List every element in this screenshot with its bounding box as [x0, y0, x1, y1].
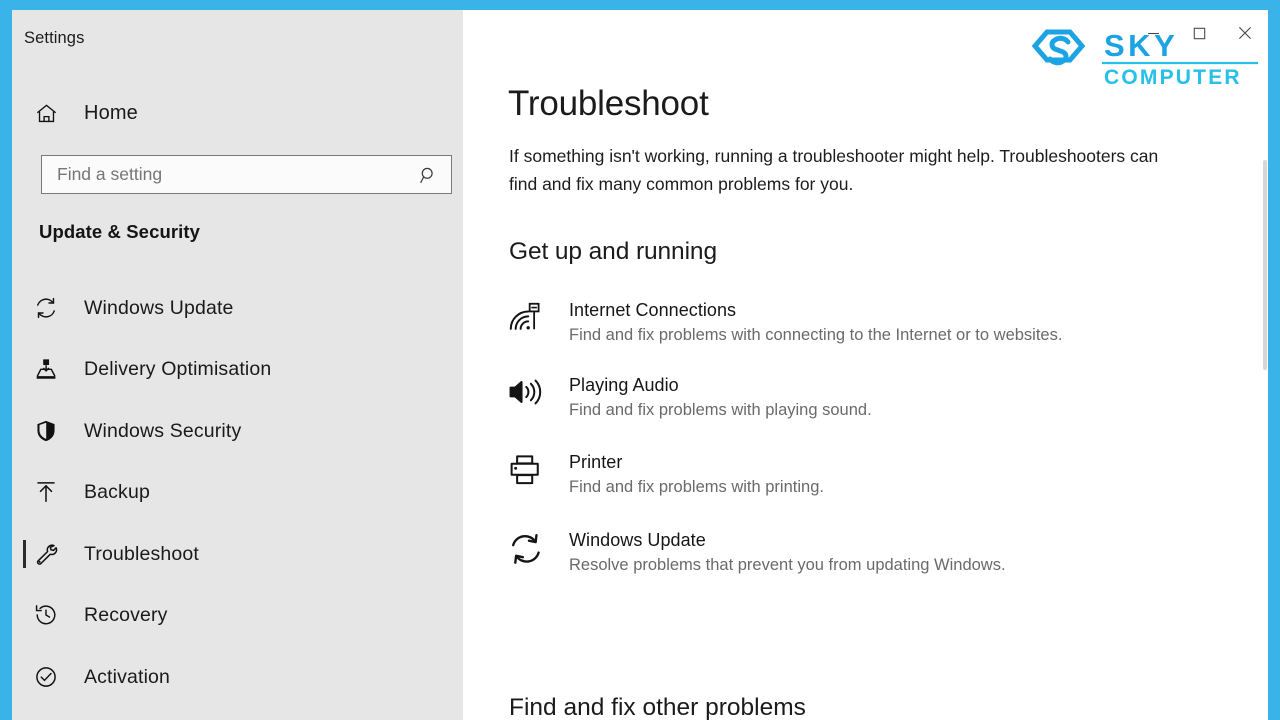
close-button[interactable] [1222, 10, 1268, 56]
troubleshooter-description: Find and fix problems with connecting to… [569, 326, 1063, 344]
shield-icon [30, 415, 62, 447]
sidebar-item-home[interactable]: Home [12, 90, 463, 136]
check-circle-icon [30, 661, 62, 693]
upload-icon [30, 476, 62, 508]
troubleshooter-name: Windows Update [569, 529, 706, 550]
selection-indicator [23, 540, 26, 568]
sidebar-item-label: Troubleshoot [84, 542, 199, 565]
speaker-icon [508, 377, 548, 411]
screenshot-frame: Settings Home Find a setting Update & Se… [0, 0, 1280, 720]
page-title: Troubleshoot [508, 84, 709, 123]
home-icon [30, 97, 62, 129]
sidebar-item-windows-security[interactable]: Windows Security [12, 408, 463, 454]
sidebar-item-label: Activation [84, 665, 171, 688]
troubleshooter-name: Internet Connections [569, 300, 737, 320]
sidebar-item-label: Backup [84, 480, 150, 503]
content-scrollbar[interactable] [1261, 10, 1268, 720]
troubleshooter-description: Resolve problems that prevent you from u… [569, 555, 1006, 574]
maximize-button[interactable] [1176, 10, 1222, 56]
sync-icon [508, 532, 548, 566]
minimize-button[interactable] [1130, 10, 1176, 56]
history-icon [30, 599, 62, 631]
window-controls [1130, 10, 1268, 56]
scrollbar-thumb[interactable] [1263, 160, 1267, 370]
troubleshooter-name: Playing Audio [569, 374, 679, 395]
troubleshooter-item[interactable]: Printer Find and fix problems with print… [463, 450, 1268, 501]
intro-text: If something isn't working, running a tr… [509, 146, 1159, 194]
printer-icon [508, 454, 548, 488]
sync-icon [30, 292, 62, 324]
sidebar-item-activation[interactable]: Activation [12, 654, 463, 700]
search-input[interactable] [57, 156, 407, 193]
delivery-icon [30, 353, 62, 385]
sidebar-item-label: Delivery Optimisation [84, 357, 272, 380]
sidebar-item-troubleshoot[interactable]: Troubleshoot [12, 531, 463, 577]
sidebar-item-windows-update[interactable]: Windows Update [12, 285, 463, 331]
content-pane: Troubleshoot If something isn't working,… [463, 10, 1268, 720]
wifi-network-icon [508, 302, 548, 336]
section-title: Get up and running [509, 238, 717, 265]
app-title: Settings [24, 29, 85, 47]
sidebar-item-label: Windows Security [84, 419, 242, 442]
troubleshooter-list: Internet Connections Find and fix proble… [463, 298, 1268, 590]
sidebar-item-label: Recovery [84, 603, 168, 626]
troubleshooter-description: Find and fix problems with playing sound… [569, 400, 872, 419]
troubleshooter-item[interactable]: Windows Update Resolve problems that pre… [463, 528, 1268, 579]
troubleshooter-item[interactable]: Playing Audio Find and fix problems with… [463, 373, 1268, 424]
sidebar-item-delivery-optimisation[interactable]: Delivery Optimisation [12, 346, 463, 392]
settings-window: Settings Home Find a setting Update & Se… [12, 10, 1268, 720]
sidebar-item-recovery[interactable]: Recovery [12, 592, 463, 638]
other-section-title: Find and fix other problems [509, 694, 806, 720]
sidebar: Settings Home Find a setting Update & Se… [12, 10, 463, 720]
sidebar-item-backup[interactable]: Backup [12, 469, 463, 515]
search-box[interactable] [41, 155, 452, 194]
sidebar-group-header: Update & Security [39, 221, 201, 242]
wrench-icon [30, 538, 62, 570]
search-icon[interactable] [418, 165, 439, 186]
sidebar-item-label: Windows Update [84, 296, 234, 319]
title-bar[interactable]: Settings [12, 10, 463, 62]
troubleshooter-name: Printer [569, 452, 623, 472]
troubleshooter-item[interactable]: Internet Connections Find and fix proble… [463, 298, 1268, 349]
troubleshooter-description: Find and fix problems with printing. [569, 478, 824, 496]
sidebar-item-label: Home [84, 101, 138, 124]
